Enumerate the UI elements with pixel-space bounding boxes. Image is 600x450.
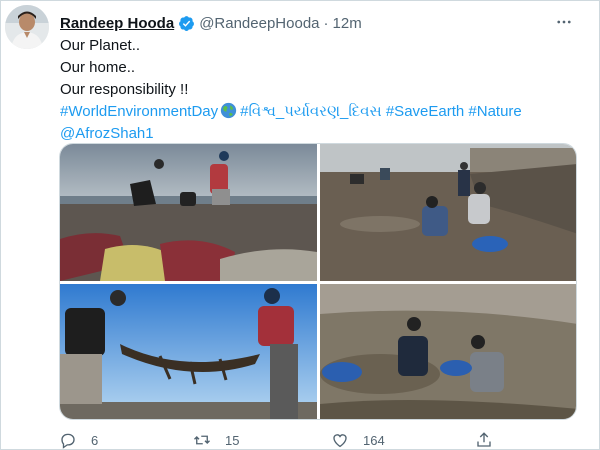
reply-icon (61, 433, 75, 449)
share-button[interactable] (475, 431, 507, 449)
tweet-text-line: Our home.. (60, 59, 136, 76)
author-handle[interactable]: @RandeepHooda (199, 15, 319, 32)
hashtag-link[interactable]: #Nature (468, 103, 521, 120)
hashtag-link[interactable]: #WorldEnvironmentDay (60, 103, 218, 120)
more-options-icon (557, 20, 571, 24)
retweet-button[interactable]: 15 (193, 431, 239, 449)
photo-beach-cleanup-1[interactable] (60, 144, 317, 281)
tweet-text: Our Planet.. Our home.. Our responsibili… (60, 35, 580, 145)
photo-beach-cleanup-2[interactable] (320, 144, 576, 281)
photo-beach-cleanup-4[interactable] (320, 284, 576, 419)
reply-button[interactable]: 6 (59, 431, 98, 449)
tweet-header: Randeep Hooda @RandeepHooda · 12m (60, 13, 362, 33)
tweet-card[interactable]: Randeep Hooda @RandeepHooda · 12m Our Pl… (0, 0, 600, 450)
tweet-actions-bar: 6 15 164 (59, 431, 499, 450)
retweet-icon (194, 435, 210, 445)
reply-count: 6 (91, 432, 99, 448)
hashtags-line: #WorldEnvironmentDay #વિશ્વ_પર્યાવરણ_દિવસ… (60, 101, 580, 123)
tweet-text-line: Our responsibility !! (60, 81, 189, 98)
like-icon (333, 434, 347, 448)
mention-link[interactable]: @AfrozShah1 (60, 125, 154, 142)
header-separator: · (323, 14, 329, 32)
mention-line: @AfrozShah1 (60, 123, 580, 145)
share-icon (477, 432, 491, 447)
author-name[interactable]: Randeep Hooda (60, 15, 174, 32)
tweet-timestamp[interactable]: 12m (333, 15, 362, 32)
tweet-text-line: Our Planet.. (60, 37, 141, 54)
hashtag-link[interactable]: #વિશ્વ_પર્યાવરણ_દિવસ (240, 103, 382, 120)
media-grid (59, 143, 577, 420)
verified-badge-icon (179, 15, 195, 31)
photo-beach-cleanup-3[interactable] (60, 284, 317, 419)
hashtag-link[interactable]: #SaveEarth (386, 103, 464, 120)
like-button[interactable]: 164 (331, 431, 385, 449)
retweet-count: 15 (225, 432, 240, 448)
like-count: 164 (363, 432, 385, 448)
more-options-button[interactable] (553, 11, 575, 33)
author-avatar[interactable] (5, 5, 49, 49)
earth-globe-icon (220, 102, 237, 119)
